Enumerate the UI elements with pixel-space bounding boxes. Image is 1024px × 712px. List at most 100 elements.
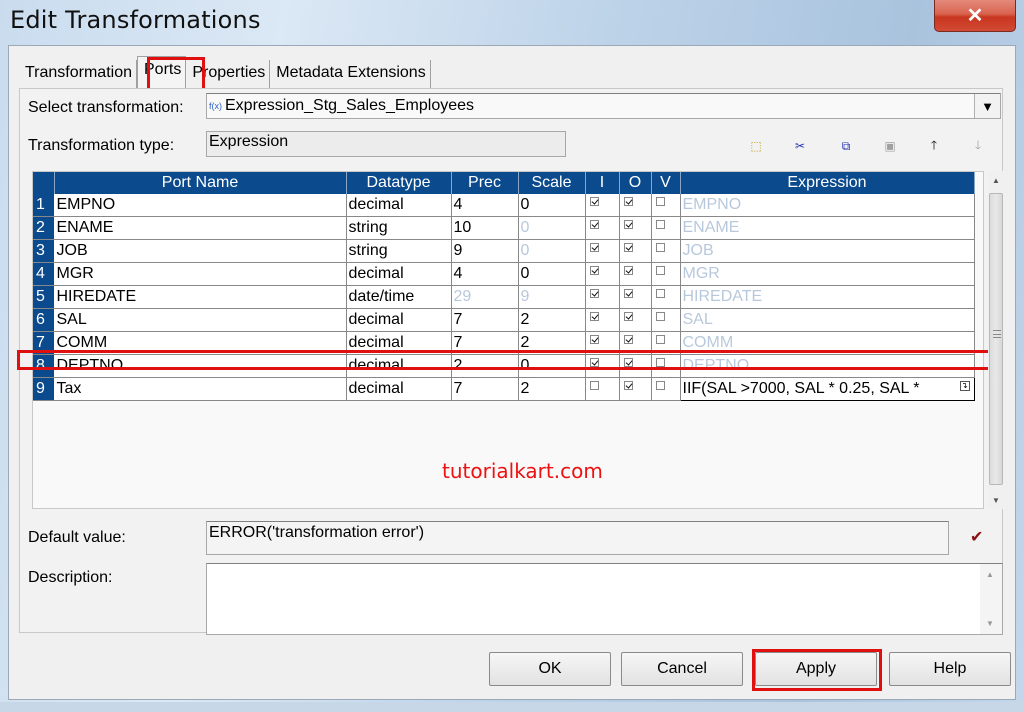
output-checkbox[interactable] — [623, 312, 633, 321]
variable-checkbox[interactable] — [655, 220, 665, 229]
port-name-cell[interactable]: DEPTNO — [54, 354, 347, 378]
datatype-cell[interactable]: decimal — [346, 262, 452, 286]
datatype-cell[interactable]: string — [346, 216, 452, 240]
datatype-cell[interactable]: decimal — [346, 377, 452, 401]
table-row[interactable]: 8 DEPTNO decimal 2 0 DEPTNO — [33, 354, 975, 378]
output-checkbox[interactable] — [623, 197, 633, 206]
input-checkbox[interactable] — [589, 335, 599, 344]
output-checkbox[interactable] — [623, 381, 633, 390]
scroll-down-icon[interactable]: ▼ — [986, 619, 994, 628]
scale-cell[interactable]: 2 — [518, 331, 586, 355]
scale-cell[interactable]: 2 — [518, 308, 586, 332]
column-header-scale[interactable]: Scale — [518, 172, 586, 194]
prec-cell[interactable]: 10 — [451, 216, 519, 240]
column-header-port-name[interactable]: Port Name — [54, 172, 347, 194]
prec-cell[interactable]: 7 — [451, 308, 519, 332]
datatype-cell[interactable]: string — [346, 239, 452, 263]
scale-cell[interactable]: 0 — [518, 239, 586, 263]
scroll-down-icon[interactable]: ▼ — [988, 491, 1004, 509]
table-row[interactable]: 7 COMM decimal 7 2 COMM — [33, 331, 975, 355]
table-row[interactable]: 1 EMPNO decimal 4 0 EMPNO — [33, 194, 975, 217]
scale-cell[interactable]: 9 — [518, 285, 586, 309]
expression-cell[interactable]: EMPNO — [680, 194, 975, 217]
port-name-cell[interactable]: Tax — [54, 377, 347, 401]
description-scrollbar[interactable]: ▲ ▼ — [980, 564, 1002, 634]
table-row[interactable]: 2 ENAME string 10 0 ENAME — [33, 216, 975, 240]
new-port-button[interactable]: ⬚ — [747, 137, 765, 155]
scroll-up-icon[interactable]: ▲ — [986, 570, 994, 579]
move-up-button[interactable]: 🡑 — [925, 137, 943, 155]
port-name-cell[interactable]: JOB — [54, 239, 347, 263]
prec-cell[interactable]: 2 — [451, 354, 519, 378]
expression-cell[interactable]: SAL — [680, 308, 975, 332]
expression-cell[interactable]: JOB — [680, 239, 975, 263]
help-button[interactable]: Help — [889, 652, 1011, 686]
variable-checkbox[interactable] — [655, 312, 665, 321]
variable-checkbox[interactable] — [655, 266, 665, 275]
datatype-cell[interactable]: decimal — [346, 308, 452, 332]
column-header-input[interactable]: I — [585, 172, 620, 194]
port-name-cell[interactable]: MGR — [54, 262, 347, 286]
input-checkbox[interactable] — [589, 358, 599, 367]
port-name-cell[interactable]: EMPNO — [54, 194, 347, 217]
port-name-cell[interactable]: COMM — [54, 331, 347, 355]
column-header-output[interactable]: O — [619, 172, 652, 194]
copy-button[interactable]: ⧉ — [837, 137, 855, 155]
default-value-field[interactable]: ERROR('transformation error') — [206, 521, 949, 555]
expression-cell[interactable]: MGR — [680, 262, 975, 286]
input-checkbox[interactable] — [589, 243, 599, 252]
port-name-cell[interactable]: SAL — [54, 308, 347, 332]
scale-cell[interactable]: 2 — [518, 377, 586, 401]
variable-checkbox[interactable] — [655, 358, 665, 367]
variable-checkbox[interactable] — [655, 335, 665, 344]
table-row[interactable]: 5 HIREDATE date/time 29 9 HIREDATE — [33, 285, 975, 309]
input-checkbox[interactable] — [589, 220, 599, 229]
chevron-down-icon[interactable]: ▼ — [974, 94, 1000, 118]
cancel-button[interactable]: Cancel — [621, 652, 743, 686]
tab-transformation[interactable]: Transformation — [19, 60, 137, 88]
table-row[interactable]: 6 SAL decimal 7 2 SAL — [33, 308, 975, 332]
expression-cell[interactable]: COMM — [680, 331, 975, 355]
input-checkbox[interactable] — [589, 266, 599, 275]
output-checkbox[interactable] — [623, 358, 633, 367]
prec-cell[interactable]: 7 — [451, 377, 519, 401]
paste-button[interactable]: ▣ — [881, 137, 899, 155]
variable-checkbox[interactable] — [655, 381, 665, 390]
grid-scrollbar[interactable]: ▲ ▼ — [988, 171, 1004, 509]
expression-cell[interactable]: HIREDATE — [680, 285, 975, 309]
datatype-cell[interactable]: decimal — [346, 194, 452, 217]
scale-cell[interactable]: 0 — [518, 262, 586, 286]
output-checkbox[interactable] — [623, 266, 633, 275]
column-header-prec[interactable]: Prec — [451, 172, 519, 194]
expression-cell[interactable]: ENAME — [680, 216, 975, 240]
move-down-button[interactable]: 🡓 — [969, 137, 987, 155]
column-header-variable[interactable]: V — [651, 172, 681, 194]
column-header-expression[interactable]: Expression — [680, 172, 975, 194]
tab-ports[interactable]: Ports — [137, 56, 187, 88]
prec-cell[interactable]: 9 — [451, 239, 519, 263]
description-textarea[interactable]: ▲ ▼ — [206, 563, 1003, 635]
column-header-datatype[interactable]: Datatype — [346, 172, 452, 194]
input-checkbox[interactable] — [589, 381, 599, 390]
expression-cell[interactable]: DEPTNO — [680, 354, 975, 378]
table-row[interactable]: 9 Tax decimal 7 2 IIF(SAL >7000, SAL * 0.25, … — [33, 377, 975, 401]
output-checkbox[interactable] — [623, 335, 633, 344]
prec-cell[interactable]: 29 — [451, 285, 519, 309]
prec-cell[interactable]: 7 — [451, 331, 519, 355]
prec-cell[interactable]: 4 — [451, 262, 519, 286]
datatype-cell[interactable]: date/time — [346, 285, 452, 309]
input-checkbox[interactable] — [589, 289, 599, 298]
variable-checkbox[interactable] — [655, 197, 665, 206]
cut-button[interactable]: ✂ — [791, 137, 809, 155]
expression-cell[interactable]: IIF(SAL >7000, SAL * 0.25, SAL * ↴ — [679, 377, 975, 401]
scrollbar-thumb[interactable] — [989, 193, 1003, 485]
port-name-cell[interactable]: ENAME — [54, 216, 347, 240]
input-checkbox[interactable] — [589, 312, 599, 321]
output-checkbox[interactable] — [623, 289, 633, 298]
datatype-cell[interactable]: decimal — [346, 354, 452, 378]
table-row[interactable]: 4 MGR decimal 4 0 MGR — [33, 262, 975, 286]
input-checkbox[interactable] — [589, 197, 599, 206]
datatype-cell[interactable]: decimal — [346, 331, 452, 355]
ok-button[interactable]: OK — [489, 652, 611, 686]
tab-metadata-extensions[interactable]: Metadata Extensions — [270, 60, 431, 88]
